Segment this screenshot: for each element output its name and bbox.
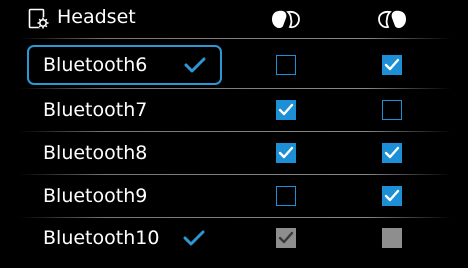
device-name: Bluetooth7 xyxy=(43,99,148,121)
right-earbud-icon xyxy=(378,10,406,29)
left-earbud-checkbox[interactable] xyxy=(276,228,296,248)
device-name: Bluetooth10 xyxy=(43,227,160,249)
check-icon xyxy=(278,231,294,244)
device-row-bluetooth6[interactable]: Bluetooth6 xyxy=(0,44,468,86)
device-row-bluetooth9[interactable]: Bluetooth9 xyxy=(0,175,468,217)
check-icon xyxy=(384,189,400,202)
right-earbud-checkbox[interactable] xyxy=(382,100,402,120)
selected-check-icon xyxy=(183,230,205,246)
header-bar: Headset xyxy=(0,0,468,38)
check-icon xyxy=(278,103,294,116)
left-earbud-checkbox[interactable] xyxy=(276,100,296,120)
headset-settings-icon xyxy=(28,8,49,29)
device-row-bluetooth7[interactable]: Bluetooth7 xyxy=(0,89,468,131)
selected-check-icon xyxy=(184,57,206,73)
check-icon xyxy=(278,146,294,159)
left-earbud-checkbox[interactable] xyxy=(276,55,296,75)
check-icon xyxy=(384,146,400,159)
right-earbud-checkbox[interactable] xyxy=(382,143,402,163)
device-name: Bluetooth8 xyxy=(43,142,148,164)
check-icon xyxy=(384,58,400,71)
right-earbud-checkbox[interactable] xyxy=(382,186,402,206)
right-earbud-checkbox[interactable] xyxy=(382,228,402,248)
left-earbud-checkbox[interactable] xyxy=(276,143,296,163)
right-earbud-checkbox[interactable] xyxy=(382,55,402,75)
device-name: Bluetooth9 xyxy=(43,185,148,207)
left-earbud-icon xyxy=(272,10,300,29)
left-earbud-checkbox[interactable] xyxy=(276,186,296,206)
divider xyxy=(19,38,452,39)
device-name: Bluetooth6 xyxy=(43,54,148,76)
device-row-bluetooth8[interactable]: Bluetooth8 xyxy=(0,132,468,174)
page-title: Headset xyxy=(57,6,136,28)
device-row-bluetooth10[interactable]: Bluetooth10 xyxy=(0,217,468,259)
